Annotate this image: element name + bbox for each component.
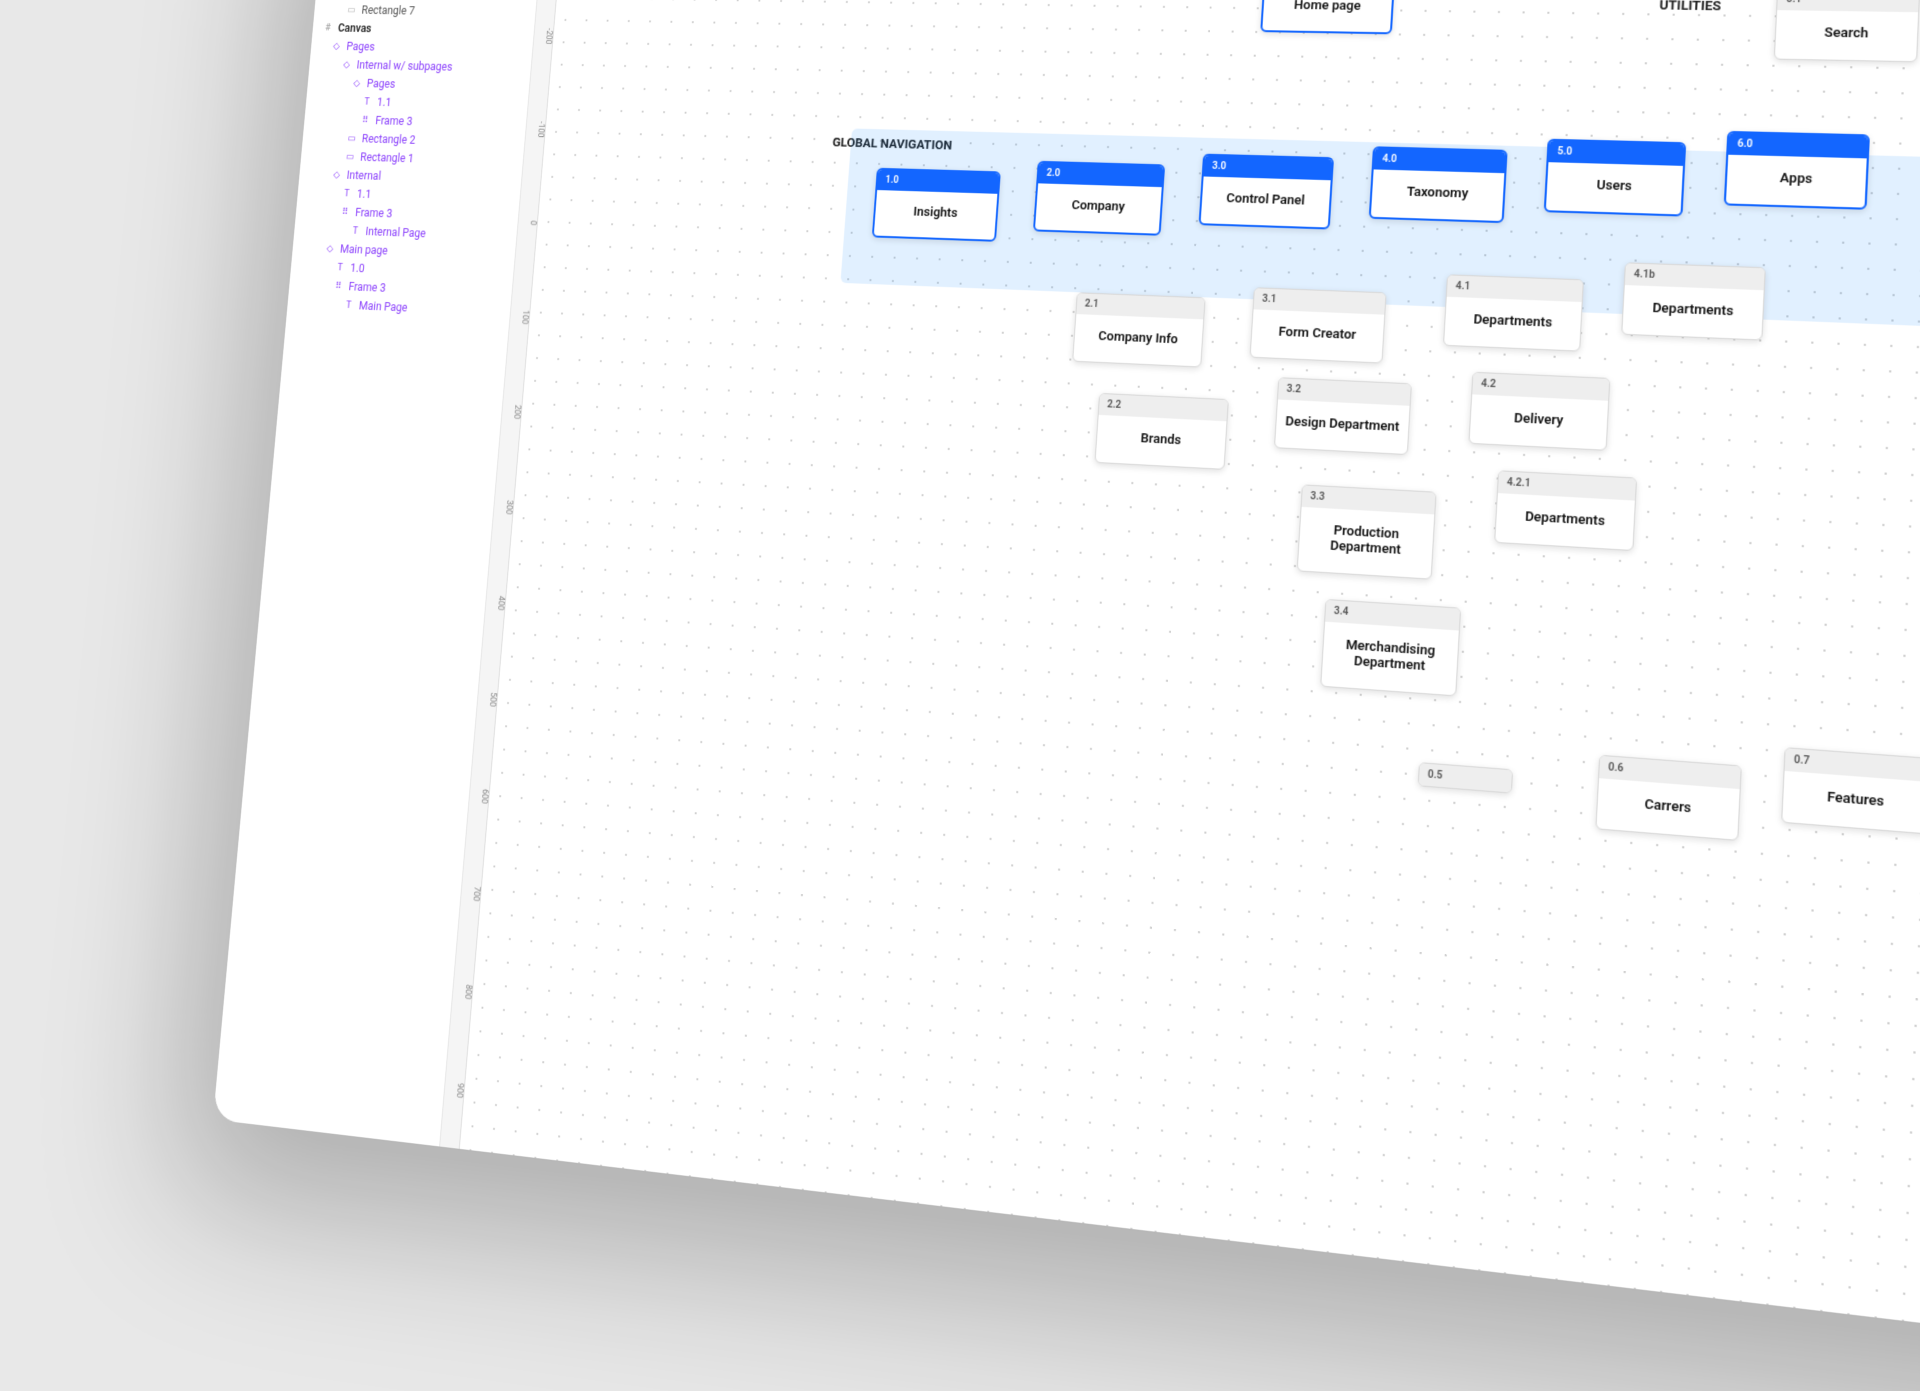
group-icon: ⠿ — [360, 115, 371, 126]
text-icon: T — [361, 96, 372, 107]
card-number: 0.5 — [1419, 763, 1512, 792]
sitemap-card[interactable]: 4.1bDepartments — [1621, 262, 1766, 340]
card-label: Delivery — [1469, 394, 1608, 449]
layer-label: Internal w/ subpages — [356, 58, 453, 73]
sitemap-card[interactable]: 2.0Company — [1033, 161, 1165, 236]
card-label: Company — [1035, 183, 1162, 233]
group-icon: ⠿ — [340, 206, 351, 217]
card-label: Brands — [1096, 415, 1227, 469]
sitemap-card[interactable]: 0.7Features — [1781, 747, 1920, 834]
card-label: Departments — [1622, 285, 1763, 339]
layer-label: Pages — [346, 40, 375, 53]
card-label: Departments — [1444, 297, 1582, 351]
layers-tree: ▢NOTE⠿note contentTUtilities are glob…#n… — [286, 0, 544, 327]
comp-icon: ◇ — [351, 78, 362, 89]
rect-icon: ▭ — [346, 133, 357, 144]
sitemap-card[interactable]: 4.2Delivery — [1468, 372, 1610, 451]
sitemap-card[interactable]: 4.0Taxonomy — [1369, 146, 1508, 223]
comp-icon: ◇ — [331, 41, 342, 52]
sitemap-card[interactable]: 3.2Design Department — [1274, 377, 1412, 455]
sitemap-card[interactable]: 4.1Departments — [1443, 274, 1584, 351]
card-label: Merchandising Department — [1321, 622, 1459, 696]
sitemap-card[interactable]: 0.1Search — [1774, 0, 1920, 62]
sitemap-card[interactable]: 1.0Insights — [872, 168, 1001, 242]
layer-label: Rectangle 2 — [361, 132, 416, 146]
text-icon: T — [335, 262, 346, 274]
comp-icon: ◇ — [341, 59, 352, 70]
layer-label: Frame 3 — [355, 206, 393, 220]
card-label: Design Department — [1275, 399, 1410, 454]
layer-label: Pages — [366, 77, 395, 91]
layer-label: 1.1 — [356, 187, 371, 200]
section-label-utilities: UTILITIES — [1659, 0, 1721, 14]
card-label: Insights — [874, 190, 998, 240]
text-icon: T — [350, 225, 361, 236]
sitemap-card[interactable]: 3.1Form Creator — [1250, 287, 1387, 363]
sitemap-card[interactable]: 2.2Brands — [1094, 393, 1228, 470]
layer-label: Frame 3 — [375, 114, 413, 128]
layer-label: 1.1 — [377, 96, 392, 109]
card-label: Features — [1782, 771, 1920, 833]
sitemap-card[interactable]: 0.0Home page — [1260, 0, 1396, 34]
layer-label: 1.0 — [350, 261, 365, 275]
sitemap-card[interactable]: 4.2.1Departments — [1494, 470, 1637, 551]
sitemap-card[interactable]: 5.0Users — [1544, 139, 1687, 217]
card-label: Taxonomy — [1371, 169, 1504, 221]
rect-icon: ▭ — [346, 4, 357, 15]
canvas[interactable]: GLOBAL NAVIGATION UTILITIES 0.0Home page… — [460, 0, 1920, 1390]
card-label: Search — [1775, 10, 1918, 61]
layer-label: Frame 3 — [348, 280, 386, 295]
sitemap-card[interactable]: 0.6Carrers — [1595, 755, 1742, 841]
layer-label: Rectangle 7 — [361, 4, 415, 18]
layer-label: Canvas — [338, 21, 372, 34]
card-label: Apps — [1726, 155, 1867, 208]
rect-icon: ▭ — [345, 151, 356, 162]
layer-label: Internal — [346, 169, 381, 183]
group-icon: ⠿ — [333, 280, 344, 292]
card-label: Form Creator — [1251, 309, 1385, 362]
comp-icon: ◇ — [331, 169, 342, 180]
card-label: Carrers — [1596, 778, 1739, 840]
layer-label: Rectangle 1 — [360, 151, 415, 166]
sitemap-card[interactable]: 0.5 — [1418, 762, 1514, 794]
frame-icon: # — [322, 22, 333, 33]
layer-label: Main Page — [358, 299, 408, 314]
card-label: Production Department — [1298, 507, 1435, 579]
text-icon: T — [341, 188, 352, 199]
card-label: Company Info — [1073, 314, 1203, 366]
layer-label: Internal Page — [365, 225, 426, 240]
sitemap-card[interactable]: 6.0Apps — [1724, 131, 1870, 210]
layer-label: Main page — [340, 242, 389, 257]
canvas-area: -2100-2000-1900-1800-1700-1600-1500-1400… — [440, 0, 1920, 1390]
card-label: Home page — [1262, 0, 1392, 32]
card-label: Departments — [1495, 493, 1635, 550]
sitemap-card[interactable]: 2.1Company Info — [1072, 292, 1206, 367]
sitemap-card[interactable]: 3.3Production Department — [1297, 484, 1437, 579]
app-window: Information Architecture × + PRODUCTS | … — [213, 0, 1920, 1390]
comp-icon: ◇ — [324, 243, 335, 254]
sitemap-card[interactable]: 3.4Merchandising Department — [1320, 599, 1461, 697]
text-icon: T — [343, 299, 354, 311]
sitemap-card[interactable]: 3.0Control Panel — [1198, 154, 1334, 230]
card-label: Users — [1546, 162, 1683, 214]
card-label: Control Panel — [1201, 176, 1331, 227]
